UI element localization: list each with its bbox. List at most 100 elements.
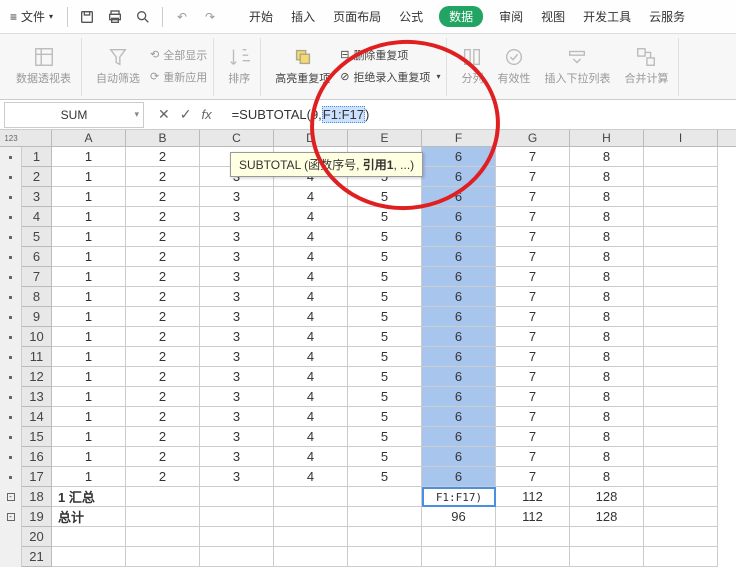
cell[interactable]: 6 xyxy=(422,207,496,227)
cell[interactable] xyxy=(422,547,496,567)
outline-dot[interactable] xyxy=(0,367,21,387)
cell[interactable]: 8 xyxy=(570,347,644,367)
cell[interactable]: 8 xyxy=(570,467,644,487)
cell[interactable]: 8 xyxy=(570,387,644,407)
cell[interactable]: 6 xyxy=(422,147,496,167)
save-icon[interactable] xyxy=(76,6,98,28)
row-header[interactable]: 9 xyxy=(22,307,52,327)
cell[interactable] xyxy=(644,327,718,347)
cell[interactable] xyxy=(348,527,422,547)
cell[interactable]: 5 xyxy=(348,467,422,487)
cell[interactable]: 3 xyxy=(200,347,274,367)
cell[interactable]: 7 xyxy=(496,387,570,407)
cell[interactable]: 2 xyxy=(126,167,200,187)
print-preview-icon[interactable] xyxy=(132,6,154,28)
cell[interactable]: 1 xyxy=(52,147,126,167)
cell[interactable]: 2 xyxy=(126,247,200,267)
cell[interactable] xyxy=(422,527,496,547)
cell[interactable]: 8 xyxy=(570,427,644,447)
cell[interactable]: 5 xyxy=(348,187,422,207)
outline-dot[interactable] xyxy=(0,427,21,447)
autofilter-button[interactable]: 自动筛选 xyxy=(92,38,144,94)
row-header[interactable]: 2 xyxy=(22,167,52,187)
cell[interactable]: 5 xyxy=(348,327,422,347)
cell[interactable]: 3 xyxy=(200,307,274,327)
cell[interactable]: 4 xyxy=(274,347,348,367)
cell[interactable]: 1 xyxy=(52,247,126,267)
cell[interactable]: 2 xyxy=(126,347,200,367)
formula-input[interactable]: =SUBTOTAL(9,F1:F17) xyxy=(226,107,736,123)
select-all-corner[interactable] xyxy=(22,130,52,146)
cell[interactable]: 1 xyxy=(52,327,126,347)
cell[interactable]: 6 xyxy=(422,427,496,447)
cell[interactable]: 5 xyxy=(348,207,422,227)
cell[interactable]: 8 xyxy=(570,207,644,227)
cell[interactable]: 7 xyxy=(496,407,570,427)
cell[interactable] xyxy=(200,487,274,507)
cell[interactable]: 1 xyxy=(52,367,126,387)
cell[interactable] xyxy=(644,467,718,487)
cell[interactable]: 4 xyxy=(274,447,348,467)
cell[interactable]: 6 xyxy=(422,227,496,247)
cell[interactable]: 2 xyxy=(126,427,200,447)
tab-review[interactable]: 审阅 xyxy=(497,8,525,25)
row-header[interactable]: 5 xyxy=(22,227,52,247)
tab-insert[interactable]: 插入 xyxy=(289,8,317,25)
outline-dot[interactable] xyxy=(0,307,21,327)
outline-dot[interactable]: - xyxy=(0,487,21,507)
cell[interactable] xyxy=(126,487,200,507)
cell[interactable]: 2 xyxy=(126,387,200,407)
tab-formulas[interactable]: 公式 xyxy=(397,8,425,25)
cell[interactable]: 5 xyxy=(348,447,422,467)
name-box[interactable]: SUM ▾ xyxy=(4,102,144,128)
cell[interactable]: 8 xyxy=(570,327,644,347)
group-levels[interactable]: 123 xyxy=(0,130,22,147)
cell[interactable] xyxy=(644,287,718,307)
cell[interactable]: 112 xyxy=(496,487,570,507)
cell[interactable]: 128 xyxy=(570,507,644,527)
text-to-columns-button[interactable]: 分列 xyxy=(457,38,487,94)
row-header[interactable]: 15 xyxy=(22,427,52,447)
cell[interactable]: 8 xyxy=(570,167,644,187)
cell[interactable]: 6 xyxy=(422,367,496,387)
row-header[interactable]: 18 xyxy=(22,487,52,507)
cell[interactable]: 8 xyxy=(570,247,644,267)
redo-icon[interactable]: ↷ xyxy=(199,6,221,28)
cell[interactable]: 2 xyxy=(126,287,200,307)
cell[interactable]: 7 xyxy=(496,347,570,367)
cell[interactable] xyxy=(644,547,718,567)
cell[interactable]: 8 xyxy=(570,267,644,287)
cell[interactable]: 4 xyxy=(274,467,348,487)
cell[interactable]: 4 xyxy=(274,247,348,267)
enter-formula-icon[interactable]: ✓ xyxy=(180,106,192,123)
validation-button[interactable]: 有效性 xyxy=(493,38,534,94)
cell[interactable] xyxy=(200,527,274,547)
col-header-H[interactable]: H xyxy=(570,130,644,146)
outline-dot[interactable] xyxy=(0,327,21,347)
outline-dot[interactable] xyxy=(0,347,21,367)
cell[interactable]: 4 xyxy=(274,407,348,427)
cell[interactable]: 6 xyxy=(422,407,496,427)
tab-view[interactable]: 视图 xyxy=(539,8,567,25)
outline-dot[interactable] xyxy=(0,287,21,307)
cell[interactable] xyxy=(570,527,644,547)
chevron-down-icon[interactable]: ▾ xyxy=(134,109,139,120)
row-header[interactable]: 11 xyxy=(22,347,52,367)
insert-dropdown-button[interactable]: 插入下拉列表 xyxy=(540,38,614,94)
cell[interactable]: 8 xyxy=(570,307,644,327)
cell[interactable]: 3 xyxy=(200,287,274,307)
cell[interactable] xyxy=(644,227,718,247)
remove-duplicates-button[interactable]: ⊟删除重复项 xyxy=(340,45,440,65)
cell[interactable]: 7 xyxy=(496,207,570,227)
outline-dot[interactable] xyxy=(0,247,21,267)
col-header-C[interactable]: C xyxy=(200,130,274,146)
row-header[interactable]: 14 xyxy=(22,407,52,427)
cell[interactable]: 1 xyxy=(52,427,126,447)
cell[interactable]: 3 xyxy=(200,227,274,247)
cell[interactable]: 3 xyxy=(200,387,274,407)
cell[interactable]: 3 xyxy=(200,327,274,347)
outline-dot[interactable] xyxy=(0,527,21,547)
cell[interactable] xyxy=(570,547,644,567)
cell[interactable]: 5 xyxy=(348,367,422,387)
cell[interactable]: 5 xyxy=(348,247,422,267)
